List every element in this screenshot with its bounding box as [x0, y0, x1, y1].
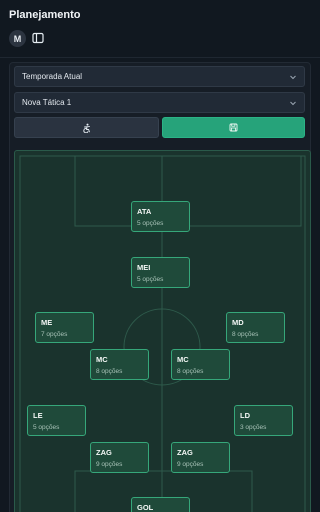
- position-options-count: 5 opções: [137, 276, 164, 283]
- sidebar-toggle-button[interactable]: [31, 31, 44, 44]
- position-label: MEI: [137, 263, 151, 272]
- avatar[interactable]: M: [9, 30, 26, 47]
- tactic-select[interactable]: Nova Tática 1: [14, 92, 305, 113]
- position-card-zag-right[interactable]: ZAG 9 opções: [171, 442, 230, 473]
- app-root: Planejamento M Temporada Atual Nova Táti…: [0, 0, 320, 512]
- position-label: MC: [96, 355, 108, 364]
- position-card-le[interactable]: LE 5 opções: [27, 405, 86, 436]
- position-options-count: 9 opções: [177, 461, 204, 468]
- position-label: GOL: [137, 503, 154, 512]
- position-label: ZAG: [177, 448, 193, 457]
- position-card-mc-left[interactable]: MC 8 opções: [90, 349, 149, 380]
- position-options-count: 8 opções: [232, 331, 259, 338]
- position-label: MC: [177, 355, 189, 364]
- position-options-count: 5 opções: [137, 220, 164, 227]
- season-select[interactable]: Temporada Atual: [14, 66, 305, 87]
- position-label: ME: [41, 318, 53, 327]
- position-card-mc-right[interactable]: MC 8 opções: [171, 349, 230, 380]
- position-card-me[interactable]: ME 7 opções: [35, 312, 94, 343]
- accessibility-icon: [82, 123, 90, 133]
- position-label: LD: [240, 411, 250, 420]
- position-card-md[interactable]: MD 8 opções: [226, 312, 285, 343]
- position-card-mei[interactable]: MEI 5 opções: [131, 257, 190, 288]
- position-options-count: 9 opções: [96, 461, 123, 468]
- position-card-zag-left[interactable]: ZAG 9 opções: [90, 442, 149, 473]
- position-options-count: 7 opções: [41, 331, 68, 338]
- position-label: LE: [33, 411, 43, 420]
- football-pitch: ATA 5 opções MEI 5 opções ME 7 opções MD…: [14, 150, 311, 512]
- position-label: MD: [232, 318, 244, 327]
- clear-formation-button[interactable]: [14, 117, 159, 138]
- position-options-count: 8 opções: [96, 368, 123, 375]
- header-divider: [0, 57, 320, 58]
- position-card-gol[interactable]: GOL: [131, 497, 190, 512]
- position-label: ZAG: [96, 448, 112, 457]
- position-options-count: 8 opções: [177, 368, 204, 375]
- chevron-down-icon: [289, 99, 297, 107]
- save-button[interactable]: [162, 117, 305, 138]
- sidebar-panel-icon: [31, 32, 44, 43]
- position-options-count: 3 opções: [240, 424, 267, 431]
- season-select-value: Temporada Atual: [22, 72, 83, 81]
- position-label: ATA: [137, 207, 152, 216]
- position-card-ata[interactable]: ATA 5 opções: [131, 201, 190, 232]
- position-card-ld[interactable]: LD 3 opções: [234, 405, 293, 436]
- tactic-select-value: Nova Tática 1: [22, 98, 72, 107]
- page-title: Planejamento: [9, 9, 81, 21]
- position-options-count: 5 opções: [33, 424, 60, 431]
- chevron-down-icon: [289, 73, 297, 81]
- save-icon: [229, 123, 238, 132]
